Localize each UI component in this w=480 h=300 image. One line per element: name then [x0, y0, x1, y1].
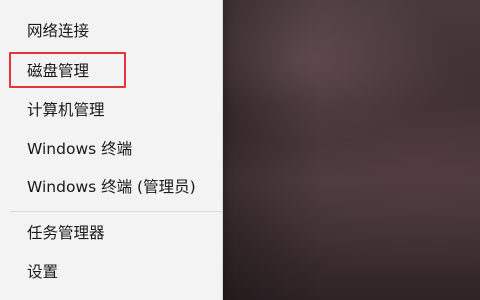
- menu-item-task-manager[interactable]: 任务管理器: [0, 217, 222, 249]
- menu-item-settings[interactable]: 设置: [0, 256, 222, 288]
- winx-context-menu: 网络连接 磁盘管理 计算机管理 Windows 终端 Windows 终端 (管…: [0, 0, 223, 300]
- highlight-annotation-box: [9, 52, 126, 88]
- menu-item-computer-management[interactable]: 计算机管理: [0, 94, 222, 126]
- menu-item-windows-terminal[interactable]: Windows 终端: [0, 133, 222, 165]
- menu-separator: [10, 211, 222, 212]
- menu-item-windows-terminal-admin[interactable]: Windows 终端 (管理员): [0, 171, 222, 203]
- menu-item-network-connections[interactable]: 网络连接: [0, 15, 222, 47]
